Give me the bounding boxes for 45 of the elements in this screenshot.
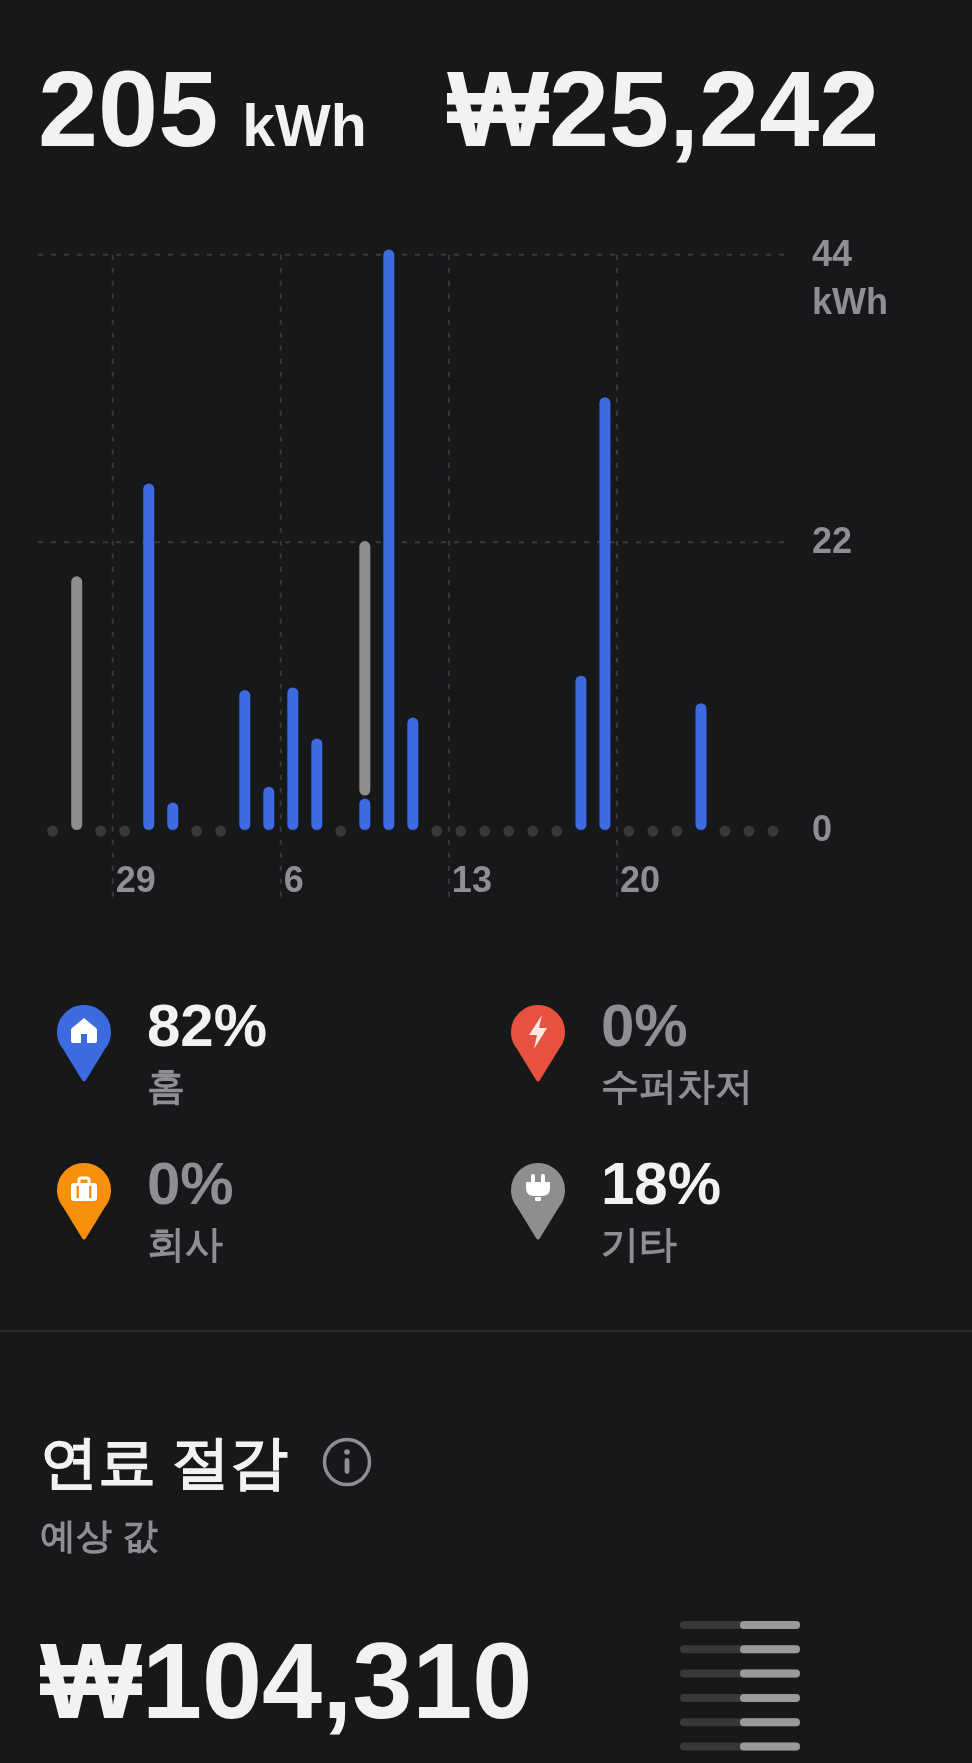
empty-day-dot xyxy=(479,825,491,837)
usage-bar xyxy=(263,786,275,830)
date-label: 6 xyxy=(283,859,304,900)
empty-day-dot xyxy=(431,825,443,837)
energy-unit: kWh xyxy=(242,97,367,156)
empty-day-dot xyxy=(215,825,227,837)
empty-day-dot xyxy=(455,825,467,837)
location-name: 기타 xyxy=(601,1222,677,1267)
axis-tick-label: 44 xyxy=(812,232,853,274)
empty-day-dot xyxy=(719,825,731,837)
axis-tick-label: 22 xyxy=(812,520,853,562)
location-share: 82% xyxy=(147,996,268,1056)
empty-day-dot xyxy=(767,825,779,837)
lines-icon xyxy=(680,1620,800,1751)
empty-day-dot xyxy=(503,825,515,837)
section-subtitle: 예상 값 xyxy=(40,1513,158,1557)
usage-bar xyxy=(359,798,371,830)
axis-unit-label: kWh xyxy=(812,280,888,322)
empty-day-dot xyxy=(47,825,59,837)
date-label: 29 xyxy=(115,859,156,900)
empty-day-dot xyxy=(647,825,659,837)
savings-amount: ₩104,310 xyxy=(40,1626,533,1735)
empty-day-dot xyxy=(551,825,563,837)
info-icon[interactable] xyxy=(322,1436,373,1487)
empty-day-dot xyxy=(527,825,539,837)
location-share: 0% xyxy=(601,996,688,1056)
empty-day-dot xyxy=(191,825,203,837)
date-label: 20 xyxy=(619,859,660,900)
location-name: 회사 xyxy=(147,1222,223,1267)
section-title: 연료 절감 xyxy=(40,1428,289,1496)
energy-value: 205 xyxy=(38,55,219,163)
location-name: 수퍼차저 xyxy=(601,1064,753,1109)
empty-day-dot xyxy=(671,825,683,837)
location-share: 18% xyxy=(601,1154,722,1214)
usage-bar xyxy=(167,802,179,830)
axis-tick-label: 0 xyxy=(812,808,833,849)
location-name: 홈 xyxy=(147,1064,185,1109)
empty-day-dot xyxy=(335,825,347,837)
empty-day-dot xyxy=(623,825,635,837)
location-share: 0% xyxy=(147,1154,234,1214)
empty-day-dot xyxy=(95,825,107,837)
date-label: 13 xyxy=(451,859,492,900)
cost-value: ₩25,242 xyxy=(447,55,880,163)
empty-day-dot xyxy=(743,825,755,837)
empty-day-dot xyxy=(119,825,131,837)
